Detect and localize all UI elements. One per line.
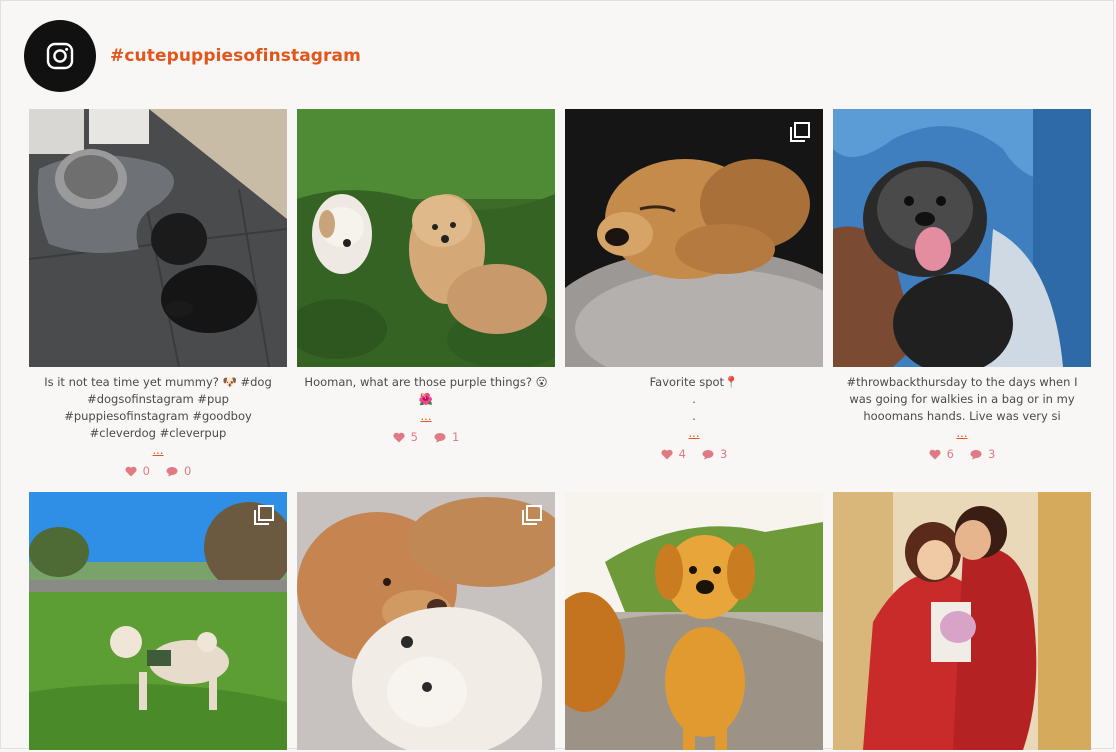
likes-count: 5	[393, 430, 418, 444]
comments-count: 3	[970, 447, 995, 461]
comments-value: 0	[184, 464, 192, 478]
likes-value: 0	[142, 464, 150, 478]
post-grid: Is it not tea time yet mummy? 🐶 #dog #do…	[29, 109, 1091, 752]
comments-value: 1	[452, 430, 460, 444]
post-image-puppy-in-bag	[833, 109, 1091, 367]
post-card: #throwbackthursday to the days when I wa…	[833, 109, 1091, 478]
post-card: Is it not tea time yet mummy? 🐶 #dog #do…	[29, 109, 287, 478]
post-image-dogs-cuddling	[297, 492, 555, 750]
hashtag-link[interactable]: #cutepuppiesofinstagram	[110, 46, 361, 66]
post-stats: 4 3	[661, 447, 727, 461]
post-image-two-dogs-grass	[297, 109, 555, 367]
post-photo[interactable]	[565, 492, 823, 752]
likes-value: 4	[678, 447, 686, 461]
post-photo[interactable]	[297, 109, 555, 367]
post-caption: Favorite spot📍 . .	[649, 375, 739, 423]
read-more-link[interactable]: ...	[153, 442, 164, 459]
post-stats: 0 0	[125, 464, 191, 478]
likes-count: 6	[929, 447, 954, 461]
post-image-black-puppy	[29, 109, 287, 367]
comment-icon	[166, 466, 178, 476]
comment-icon	[434, 432, 446, 442]
read-more-link[interactable]: ...	[689, 425, 700, 442]
post-image-poodle-park	[29, 492, 287, 750]
read-more-link[interactable]: ...	[957, 425, 968, 442]
post-photo[interactable]	[565, 109, 823, 367]
post-card	[833, 492, 1091, 752]
heart-icon	[125, 466, 137, 476]
comments-value: 3	[720, 447, 728, 461]
likes-count: 0	[125, 464, 150, 478]
post-card	[565, 492, 823, 752]
post-image-couple-illustration	[833, 492, 1091, 750]
post-caption: Hooman, what are those purple things? 😮 …	[304, 375, 548, 406]
post-photo[interactable]	[297, 492, 555, 752]
comments-count: 3	[702, 447, 727, 461]
comments-count: 0	[166, 464, 191, 478]
post-stats: 6 3	[929, 447, 995, 461]
post-photo[interactable]	[833, 492, 1091, 752]
post-photo[interactable]	[29, 109, 287, 367]
multiple-photos-icon	[254, 505, 274, 525]
post-photo[interactable]	[29, 492, 287, 752]
avatar[interactable]	[24, 20, 96, 92]
post-card	[297, 492, 555, 752]
heart-icon	[929, 449, 941, 459]
likes-count: 4	[661, 447, 686, 461]
likes-value: 6	[946, 447, 954, 461]
heart-icon	[393, 432, 405, 442]
read-more-link[interactable]: ...	[421, 408, 432, 425]
post-card	[29, 492, 287, 752]
multiple-photos-icon	[522, 505, 542, 525]
post-card: Favorite spot📍 . . ... 4 3	[565, 109, 823, 478]
heart-icon	[661, 449, 673, 459]
post-stats: 5 1	[393, 430, 459, 444]
comments-count: 1	[434, 430, 459, 444]
post-caption: #throwbackthursday to the days when I wa…	[846, 375, 1078, 423]
multiple-photos-icon	[790, 122, 810, 142]
post-image-golden-puppy	[565, 492, 823, 750]
post-caption: Is it not tea time yet mummy? 🐶 #dog #do…	[44, 375, 272, 440]
post-photo[interactable]	[833, 109, 1091, 367]
comment-icon	[702, 449, 714, 459]
post-image-sleeping-puppy	[565, 109, 823, 367]
likes-value: 5	[410, 430, 418, 444]
comment-icon	[970, 449, 982, 459]
feed-header: #cutepuppiesofinstagram	[24, 20, 361, 92]
post-card: Hooman, what are those purple things? 😮 …	[297, 109, 555, 478]
comments-value: 3	[988, 447, 996, 461]
instagram-icon	[46, 42, 74, 70]
